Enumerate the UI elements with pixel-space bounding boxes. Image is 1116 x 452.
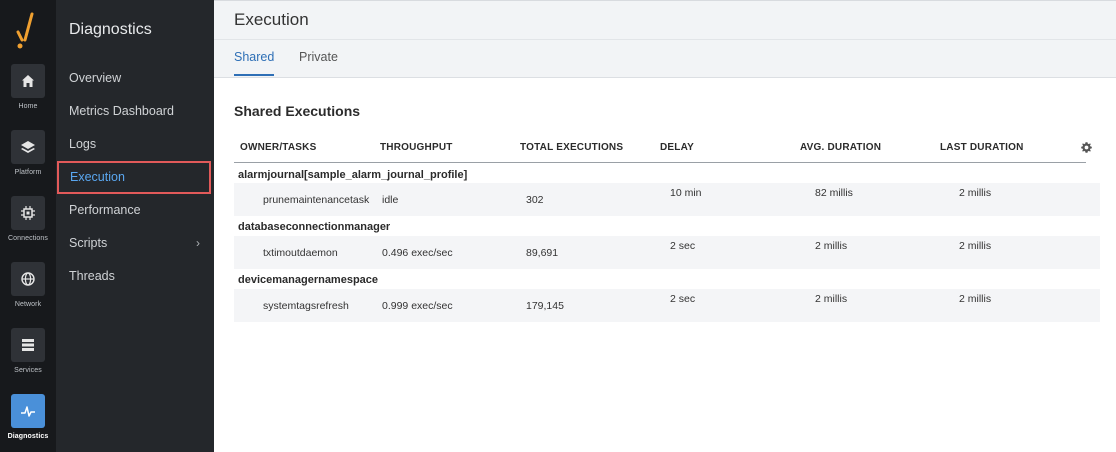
- task-total-executions: 89,691: [526, 247, 559, 259]
- rail-item-platform[interactable]: Platform: [0, 130, 56, 192]
- network-button[interactable]: [11, 262, 45, 296]
- nav-item-logs[interactable]: Logs: [56, 128, 214, 161]
- rail-label-network: Network: [14, 301, 42, 308]
- task-avg-duration: 82 millis: [815, 187, 853, 199]
- pulse-icon: [21, 406, 35, 417]
- rail-item-network[interactable]: Network: [0, 262, 56, 324]
- nav-item-overview[interactable]: Overview: [56, 62, 214, 95]
- task-name: txtimoutdaemon: [263, 247, 338, 259]
- task-throughput: idle: [382, 194, 399, 206]
- app-logo-icon: [16, 12, 34, 49]
- rail-label-home: Home: [18, 103, 38, 110]
- task-total-executions: 302: [526, 194, 544, 206]
- home-icon: [22, 75, 34, 87]
- task-avg-duration: 2 millis: [815, 293, 848, 305]
- rail-label-services: Services: [14, 367, 42, 374]
- rail-label-platform: Platform: [14, 169, 42, 176]
- task-delay: 10 min: [670, 187, 702, 199]
- page-header: Execution Shared Private: [214, 0, 1116, 78]
- task-last-duration: 2 millis: [959, 240, 992, 252]
- task-name: systemtagsrefresh: [263, 300, 349, 312]
- tab-private[interactable]: Private: [299, 50, 338, 74]
- column-header-avg-duration[interactable]: AVG. DURATION: [800, 142, 881, 153]
- task-delay: 2 sec: [670, 240, 696, 252]
- chevron-right-icon: ›: [196, 236, 200, 250]
- column-header-total-executions[interactable]: TOTAL EXECUTIONS: [520, 142, 623, 153]
- task-avg-duration: 2 millis: [815, 240, 848, 252]
- chip-icon: [21, 206, 35, 220]
- table-row[interactable]: systemtagsrefresh 0.999 exec/sec 179,145…: [234, 289, 1100, 322]
- table-row[interactable]: prunemaintenancetask idle 302 10 min 82 …: [234, 183, 1100, 216]
- column-header-owner-tasks[interactable]: OWNER/TASKS: [240, 142, 316, 153]
- group-owner-devicemanagernamespace: devicemanagernamespace: [238, 274, 379, 286]
- main-content: Execution Shared Private Shared Executio…: [214, 0, 1116, 452]
- page-title: Execution: [234, 10, 309, 29]
- nav-item-scripts[interactable]: Scripts ›: [56, 227, 214, 260]
- nav-item-execution[interactable]: Execution: [57, 161, 211, 194]
- gear-icon[interactable]: [1080, 141, 1093, 154]
- column-header-last-duration[interactable]: LAST DURATION: [940, 142, 1024, 153]
- icon-rail: Home Platform Connections Network Servic…: [0, 0, 56, 452]
- nav-item-performance[interactable]: Performance: [56, 194, 214, 227]
- task-total-executions: 179,145: [526, 300, 564, 312]
- table-header-divider: [234, 162, 1086, 163]
- nav-item-scripts-label: Scripts: [69, 236, 108, 250]
- task-throughput: 0.496 exec/sec: [382, 247, 453, 259]
- group-owner-alarmjournal: alarmjournal[sample_alarm_journal_profil…: [238, 169, 468, 181]
- task-last-duration: 2 millis: [959, 187, 992, 199]
- rail-label-connections: Connections: [7, 235, 48, 242]
- table-row[interactable]: txtimoutdaemon 0.496 exec/sec 89,691 2 s…: [234, 236, 1100, 269]
- section-title: Shared Executions: [234, 103, 361, 119]
- rail-item-home[interactable]: Home: [0, 64, 56, 126]
- column-header-throughput[interactable]: THROUGHPUT: [380, 142, 453, 153]
- secondary-nav: Diagnostics Overview Metrics Dashboard L…: [56, 0, 214, 452]
- tab-shared[interactable]: Shared: [234, 50, 275, 76]
- task-delay: 2 sec: [670, 293, 696, 305]
- column-header-delay[interactable]: DELAY: [660, 142, 694, 153]
- connections-button[interactable]: [11, 196, 45, 230]
- services-button[interactable]: [11, 328, 45, 362]
- diagnostics-button[interactable]: [11, 394, 45, 428]
- nav-item-threads[interactable]: Threads: [56, 260, 214, 293]
- task-throughput: 0.999 exec/sec: [382, 300, 453, 312]
- rail-item-diagnostics[interactable]: Diagnostics: [0, 394, 56, 452]
- task-name: prunemaintenancetask: [263, 194, 370, 206]
- group-owner-databaseconnectionmanager: databaseconnectionmanager: [238, 221, 391, 233]
- globe-icon: [21, 272, 35, 286]
- server-icon: [22, 339, 34, 351]
- header-divider: [214, 39, 1116, 40]
- rail-item-services[interactable]: Services: [0, 328, 56, 390]
- home-button[interactable]: [11, 64, 45, 98]
- nav-item-metrics-dashboard[interactable]: Metrics Dashboard: [56, 95, 214, 128]
- nav-title: Diagnostics: [69, 21, 152, 38]
- rail-label-diagnostics: Diagnostics: [7, 433, 49, 440]
- rail-item-connections[interactable]: Connections: [0, 196, 56, 258]
- task-last-duration: 2 millis: [959, 293, 992, 305]
- platform-button[interactable]: [11, 130, 45, 164]
- layers-icon: [21, 141, 35, 153]
